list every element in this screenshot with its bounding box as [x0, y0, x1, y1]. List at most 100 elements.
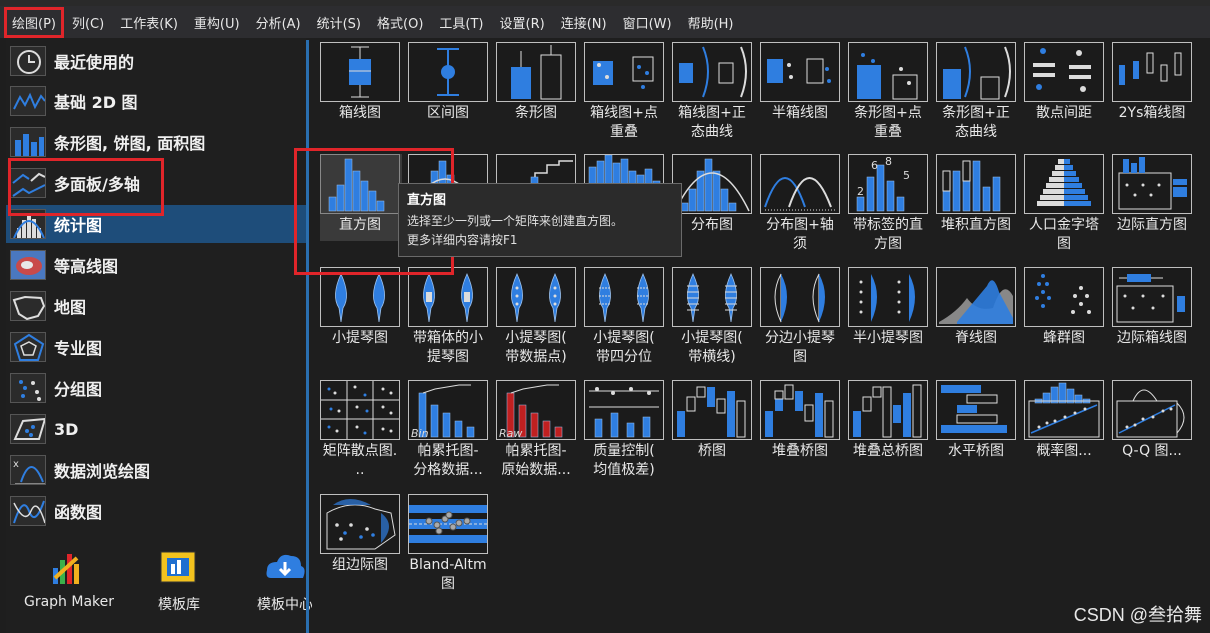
tile-caption-line: 分格数据...	[413, 462, 483, 478]
menu-item-10[interactable]: 窗口(W)	[617, 9, 678, 36]
watermark: CSDN @叁拾舞	[1073, 605, 1202, 625]
template-tile-2ys-box[interactable]: 2Ys箱线图	[1112, 42, 1194, 123]
histogram-icon	[10, 209, 46, 239]
template-tile-violin-box[interactable]: 带箱体的小 提琴图	[408, 267, 490, 367]
tile-caption-line: 态曲线	[691, 124, 733, 140]
menu-bar: 绘图(P) 列(C) 工作表(K) 重构(U) 分析(A) 统计(S) 格式(O) 工具(T)…	[0, 6, 1210, 38]
template-tile-stacked-waterfall[interactable]: 堆叠桥图	[760, 380, 842, 461]
template-tile-horizontal-waterfall[interactable]: 水平桥图	[936, 380, 1018, 461]
template-tile-violin-points[interactable]: 小提琴图(带数据点)	[496, 267, 578, 367]
template-tile-qc-chart[interactable]: 质量控制(均值极差)	[584, 380, 666, 480]
category-label: 多面板/多轴	[54, 175, 140, 194]
template-tile-scatter-matrix[interactable]: 矩阵散点图...	[320, 380, 402, 480]
tile-caption-line: 带箱体的小	[413, 330, 483, 346]
category-item-11[interactable]: 函数图	[6, 492, 306, 530]
tile-caption-line: 箱线图+点	[590, 105, 658, 121]
template-tile-marginal-histogram[interactable]: 边际直方图	[1112, 154, 1194, 235]
menu-item-7[interactable]: 工具(T)	[433, 9, 489, 36]
template-tile-pareto-raw[interactable]: Raw 帕累托图- 原始数据...	[496, 380, 578, 480]
template-tile-bar-plot[interactable]: 条形图	[496, 42, 578, 123]
template-tile-marginal-box[interactable]: 边际箱线图	[1112, 267, 1194, 348]
template-tile-labeled-histogram[interactable]: 2 6 8 5 带标签的直 方图	[848, 154, 930, 254]
menu-item-3[interactable]: 重构(U)	[188, 9, 246, 36]
tile-caption-line: 态曲线	[955, 124, 997, 140]
category-item-9[interactable]: 3D	[6, 410, 306, 448]
template-tile-bland-altman[interactable]: Bland-Altm 图	[408, 494, 490, 594]
tile-caption-line: 帕累托图-	[505, 443, 567, 459]
bottom-tool-1[interactable]: 模板库	[124, 548, 234, 614]
template-tile-box-normal[interactable]: 箱线图+正 态曲线	[672, 42, 754, 142]
template-tile-beeswarm[interactable]: 蜂群图	[1024, 267, 1106, 348]
tile-caption: 帕累托图- 分格数据...	[405, 442, 491, 480]
category-item-5[interactable]: 等高线图	[6, 246, 306, 284]
category-item-0[interactable]: 最近使用的	[6, 42, 306, 80]
menu-item-0[interactable]: 绘图(P)	[4, 6, 64, 38]
template-tile-split-violin[interactable]: 分边小提琴图	[760, 267, 842, 367]
menu-item-2[interactable]: 工作表(K)	[114, 9, 184, 36]
menu-item-8[interactable]: 设置(R)	[494, 9, 551, 36]
template-tile-ridgeline[interactable]: 脊线图	[936, 267, 1018, 348]
tile-caption-line: 图	[793, 349, 807, 365]
tile-caption: 带标签的直 方图	[845, 216, 931, 254]
template-tile-violin-quartile[interactable]: 小提琴图(带四分位	[584, 267, 666, 367]
category-item-1[interactable]: 基础 2D 图	[6, 82, 306, 120]
template-tile-probability-plot[interactable]: 概率图...	[1024, 380, 1106, 461]
template-tile-box-plot[interactable]: 箱线图	[320, 42, 402, 123]
tile-caption-line: 须	[793, 236, 807, 252]
template-tile-histogram[interactable]: 直方图	[320, 154, 402, 241]
category-item-2[interactable]: 条形图, 饼图, 面积图	[6, 123, 306, 161]
tile-caption-line: 带横线)	[688, 349, 736, 365]
template-tile-distribution-rug[interactable]: 分布图+轴须	[760, 154, 842, 254]
tile-caption-line: 带数据点)	[505, 349, 567, 365]
template-tile-box-dots[interactable]: 箱线图+点 重叠	[584, 42, 666, 142]
tooltip-line-1: 选择至少一列或一个矩阵来创建直方图。	[407, 214, 624, 228]
template-tile-violin[interactable]: 小提琴图	[320, 267, 402, 348]
menu-item-9[interactable]: 连接(N)	[555, 9, 613, 36]
marginal-group-icon	[320, 494, 400, 554]
qq-plot-icon	[1112, 380, 1192, 440]
category-item-4[interactable]: 统计图	[6, 205, 306, 243]
tile-caption-line: 水平桥图	[948, 443, 1004, 459]
tile-caption: 半箱线图	[757, 104, 843, 123]
template-tile-violin-stick[interactable]: 小提琴图(带横线)	[672, 267, 754, 367]
tile-caption-line: 桥图	[698, 443, 726, 459]
category-label: 分组图	[54, 380, 103, 399]
category-item-3[interactable]: 多面板/多轴	[6, 164, 306, 202]
menu-item-11[interactable]: 帮助(H)	[682, 9, 740, 36]
category-label: 基础 2D 图	[54, 93, 138, 112]
graph-template-grid: 箱线图 区间图 条形图 箱线图+点 重叠 箱线图+正 态曲线 半箱线图 条形图+点 重叠 条形图+正…	[312, 38, 1210, 633]
template-tile-bar-dots[interactable]: 条形图+点 重叠	[848, 42, 930, 142]
tooltip-line-2: 更多详细内容请按F1	[407, 233, 518, 247]
template-tile-waterfall[interactable]: 桥图	[672, 380, 754, 461]
template-tile-qq-plot[interactable]: Q-Q 图...	[1112, 380, 1194, 461]
menu-item-1[interactable]: 列(C)	[66, 9, 110, 36]
template-tile-marginal-group[interactable]: 组边际图	[320, 494, 402, 575]
box-plot-icon	[320, 42, 400, 102]
template-tile-half-box[interactable]: 半箱线图	[760, 42, 842, 123]
line-2d-icon	[10, 86, 46, 116]
tile-caption-line: 方图	[874, 236, 902, 252]
pareto-raw-icon: Raw	[496, 380, 576, 440]
bottom-tool-0[interactable]: Graph Maker	[14, 548, 124, 610]
category-item-8[interactable]: 分组图	[6, 369, 306, 407]
template-tile-bar-normal[interactable]: 条形图+正态曲线	[936, 42, 1018, 142]
template-tile-stacked-histogram[interactable]: 堆积直方图	[936, 154, 1018, 235]
template-tile-interval-plot[interactable]: 区间图	[408, 42, 490, 123]
template-tile-dot-spacing[interactable]: 散点间距	[1024, 42, 1106, 123]
template-tile-pareto-binned[interactable]: Bin 帕累托图- 分格数据...	[408, 380, 490, 480]
tile-caption: 桥图	[669, 442, 755, 461]
template-tile-half-violin[interactable]: 半小提琴图	[848, 267, 930, 348]
tile-caption-line: 条形图+正	[942, 105, 1010, 121]
template-tile-stacked-total-waterfall[interactable]: 堆叠总桥图	[848, 380, 930, 461]
panel-divider[interactable]	[306, 40, 309, 633]
category-item-10[interactable]: x 数据浏览绘图	[6, 451, 306, 489]
tile-caption-line: 原始数据...	[501, 462, 571, 478]
category-item-7[interactable]: 专业图	[6, 328, 306, 366]
template-tile-population-pyramid[interactable]: 人口金字塔图	[1024, 154, 1106, 254]
menu-item-6[interactable]: 格式(O)	[371, 9, 429, 36]
menu-item-4[interactable]: 分析(A)	[250, 9, 307, 36]
menu-item-5[interactable]: 统计(S)	[311, 9, 367, 36]
tile-caption-line: 均值极差)	[593, 462, 655, 478]
category-item-6[interactable]: 地图	[6, 287, 306, 325]
template-tile-distribution[interactable]: 分布图	[672, 154, 754, 235]
